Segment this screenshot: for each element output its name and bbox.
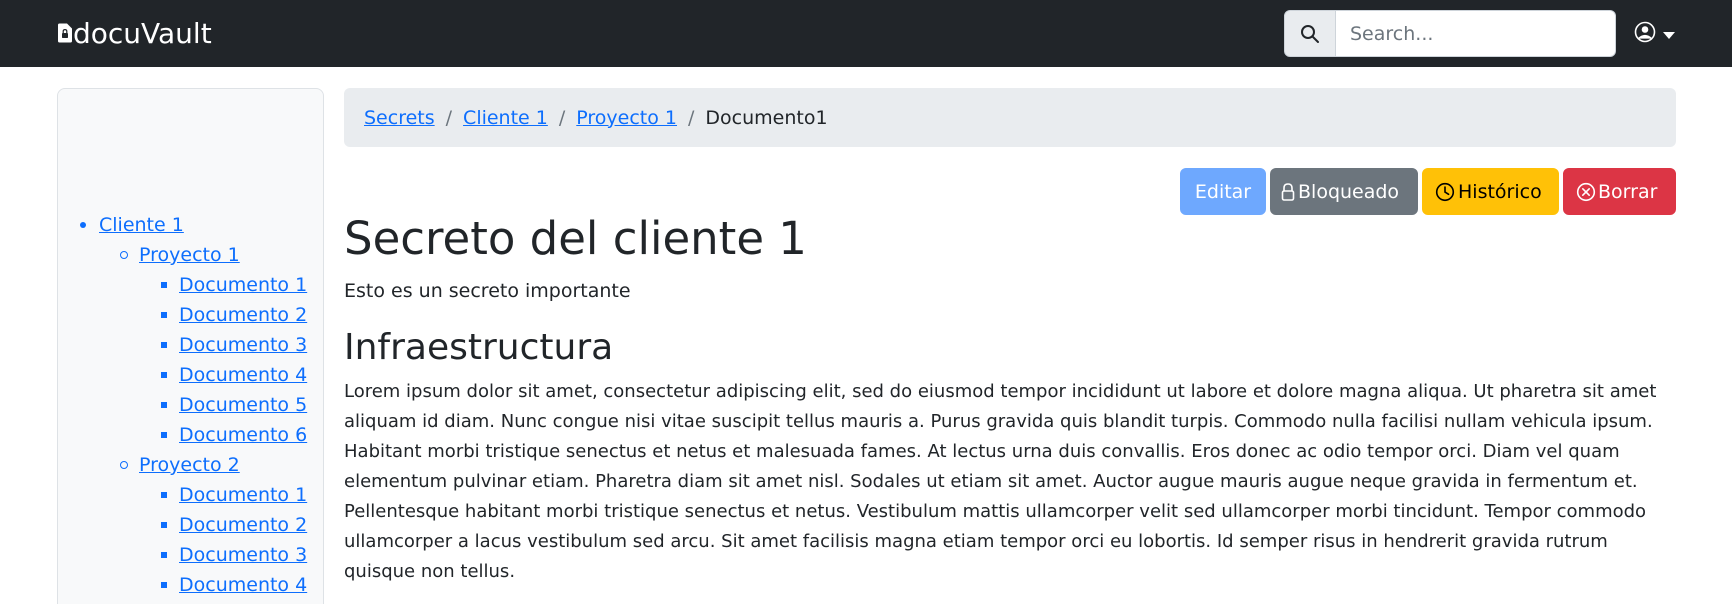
document-tree: Cliente 1 Proyecto 1 Documento 1 Documen… bbox=[80, 210, 307, 600]
user-menu-toggle[interactable] bbox=[1634, 20, 1675, 48]
search-icon[interactable] bbox=[1284, 10, 1336, 57]
tree-bullet bbox=[161, 522, 167, 528]
tree-document: Documento 3 bbox=[161, 540, 307, 570]
lock-icon bbox=[1281, 182, 1298, 202]
tree-document: Documento 4 bbox=[161, 360, 307, 390]
project-list: Proyecto 1 Documento 1 Documento 2 Docum… bbox=[120, 240, 307, 600]
tree-link-project[interactable]: Proyecto 2 bbox=[139, 454, 240, 476]
document-content: Secreto del cliente 1 Esto es un secreto… bbox=[344, 212, 1676, 587]
tree-bullet bbox=[161, 582, 167, 588]
breadcrumb-link-secrets[interactable]: Secrets bbox=[364, 107, 435, 129]
breadcrumb-current: Documento1 bbox=[705, 106, 828, 129]
document-list: Documento 1 Documento 2 Documento 3 Docu… bbox=[161, 270, 307, 450]
tree-link-document[interactable]: Documento 1 bbox=[179, 274, 307, 296]
x-circle-icon bbox=[1576, 182, 1598, 202]
document-subtitle: Esto es un secreto importante bbox=[344, 280, 631, 302]
tree-document: Documento 1 bbox=[161, 270, 307, 300]
tree-bullet bbox=[161, 372, 167, 378]
tree-document: Documento 3 bbox=[161, 330, 307, 360]
sidebar: Cliente 1 Proyecto 1 Documento 1 Documen… bbox=[57, 88, 324, 604]
tree-document: Documento 2 bbox=[161, 510, 307, 540]
tree-bullet bbox=[161, 342, 167, 348]
locked-button-label: Bloqueado bbox=[1298, 180, 1400, 203]
tree-document: Documento 6 bbox=[161, 420, 307, 450]
tree-bullet bbox=[161, 402, 167, 408]
section-body: Lorem ipsum dolor sit amet, consectetur … bbox=[344, 381, 1657, 583]
tree-bullet bbox=[161, 282, 167, 288]
tree-link-document[interactable]: Documento 3 bbox=[179, 544, 307, 566]
edit-button[interactable]: Editar bbox=[1180, 168, 1266, 215]
tree-document: Documento 4 bbox=[161, 570, 307, 600]
person-circle-icon bbox=[1634, 21, 1656, 47]
locked-button[interactable]: Bloqueado bbox=[1270, 168, 1418, 215]
tree-link-document[interactable]: Documento 4 bbox=[179, 574, 307, 596]
breadcrumb-separator: / bbox=[445, 106, 453, 129]
tree-link-document[interactable]: Documento 4 bbox=[179, 364, 307, 386]
search-group bbox=[1284, 10, 1616, 57]
tree-bullet bbox=[161, 492, 167, 498]
delete-button-label: Borrar bbox=[1598, 180, 1658, 203]
document-list: Documento 1 Documento 2 Documento 3 Docu… bbox=[161, 480, 307, 600]
breadcrumb-link-client[interactable]: Cliente 1 bbox=[463, 107, 548, 129]
tree-bullet bbox=[120, 461, 128, 469]
tree-bullet bbox=[80, 222, 86, 228]
tree-link-document[interactable]: Documento 2 bbox=[179, 514, 307, 536]
tree-document: Documento 2 bbox=[161, 300, 307, 330]
tree-link-document[interactable]: Documento 1 bbox=[179, 484, 307, 506]
breadcrumb-link-project[interactable]: Proyecto 1 bbox=[576, 107, 677, 129]
clock-icon bbox=[1435, 182, 1458, 202]
breadcrumb: Secrets / Cliente 1 / Proyecto 1 / Docum… bbox=[344, 88, 1676, 147]
tree-bullet bbox=[120, 251, 128, 259]
tree-client: Cliente 1 Proyecto 1 Documento 1 Documen… bbox=[80, 210, 307, 600]
tree-link-document[interactable]: Documento 5 bbox=[179, 394, 307, 416]
breadcrumb-separator: / bbox=[688, 106, 695, 129]
tree-link-document[interactable]: Documento 3 bbox=[179, 334, 307, 356]
tree-bullet bbox=[161, 552, 167, 558]
tree-document: Documento 1 bbox=[161, 480, 307, 510]
tree-project: Proyecto 2 Documento 1 Documento 2 Docum… bbox=[120, 450, 307, 600]
document-toolbar: Editar Bloqueado Histórico Borrar bbox=[1180, 168, 1676, 215]
tree-project: Proyecto 1 Documento 1 Documento 2 Docum… bbox=[120, 240, 307, 450]
breadcrumb-separator: / bbox=[558, 106, 566, 129]
tree-bullet bbox=[161, 432, 167, 438]
brand-name: docuVault bbox=[73, 16, 212, 50]
search-input[interactable] bbox=[1336, 10, 1616, 57]
tree-link-project[interactable]: Proyecto 1 bbox=[139, 244, 240, 266]
delete-button[interactable]: Borrar bbox=[1563, 168, 1676, 215]
history-button[interactable]: Histórico bbox=[1422, 168, 1559, 215]
file-lock-icon bbox=[57, 23, 73, 43]
document-title: Secreto del cliente 1 bbox=[344, 212, 807, 265]
brand-link[interactable]: docuVault bbox=[57, 13, 212, 53]
navbar: docuVault bbox=[0, 0, 1732, 67]
tree-link-document[interactable]: Documento 2 bbox=[179, 304, 307, 326]
tree-document: Documento 5 bbox=[161, 390, 307, 420]
tree-bullet bbox=[161, 312, 167, 318]
tree-link-client[interactable]: Cliente 1 bbox=[99, 214, 184, 236]
history-button-label: Histórico bbox=[1458, 180, 1542, 203]
section-title: Infraestructura bbox=[344, 327, 614, 368]
edit-button-label: Editar bbox=[1194, 180, 1252, 203]
tree-link-document[interactable]: Documento 6 bbox=[179, 424, 307, 446]
caret-down-icon bbox=[1663, 25, 1675, 44]
